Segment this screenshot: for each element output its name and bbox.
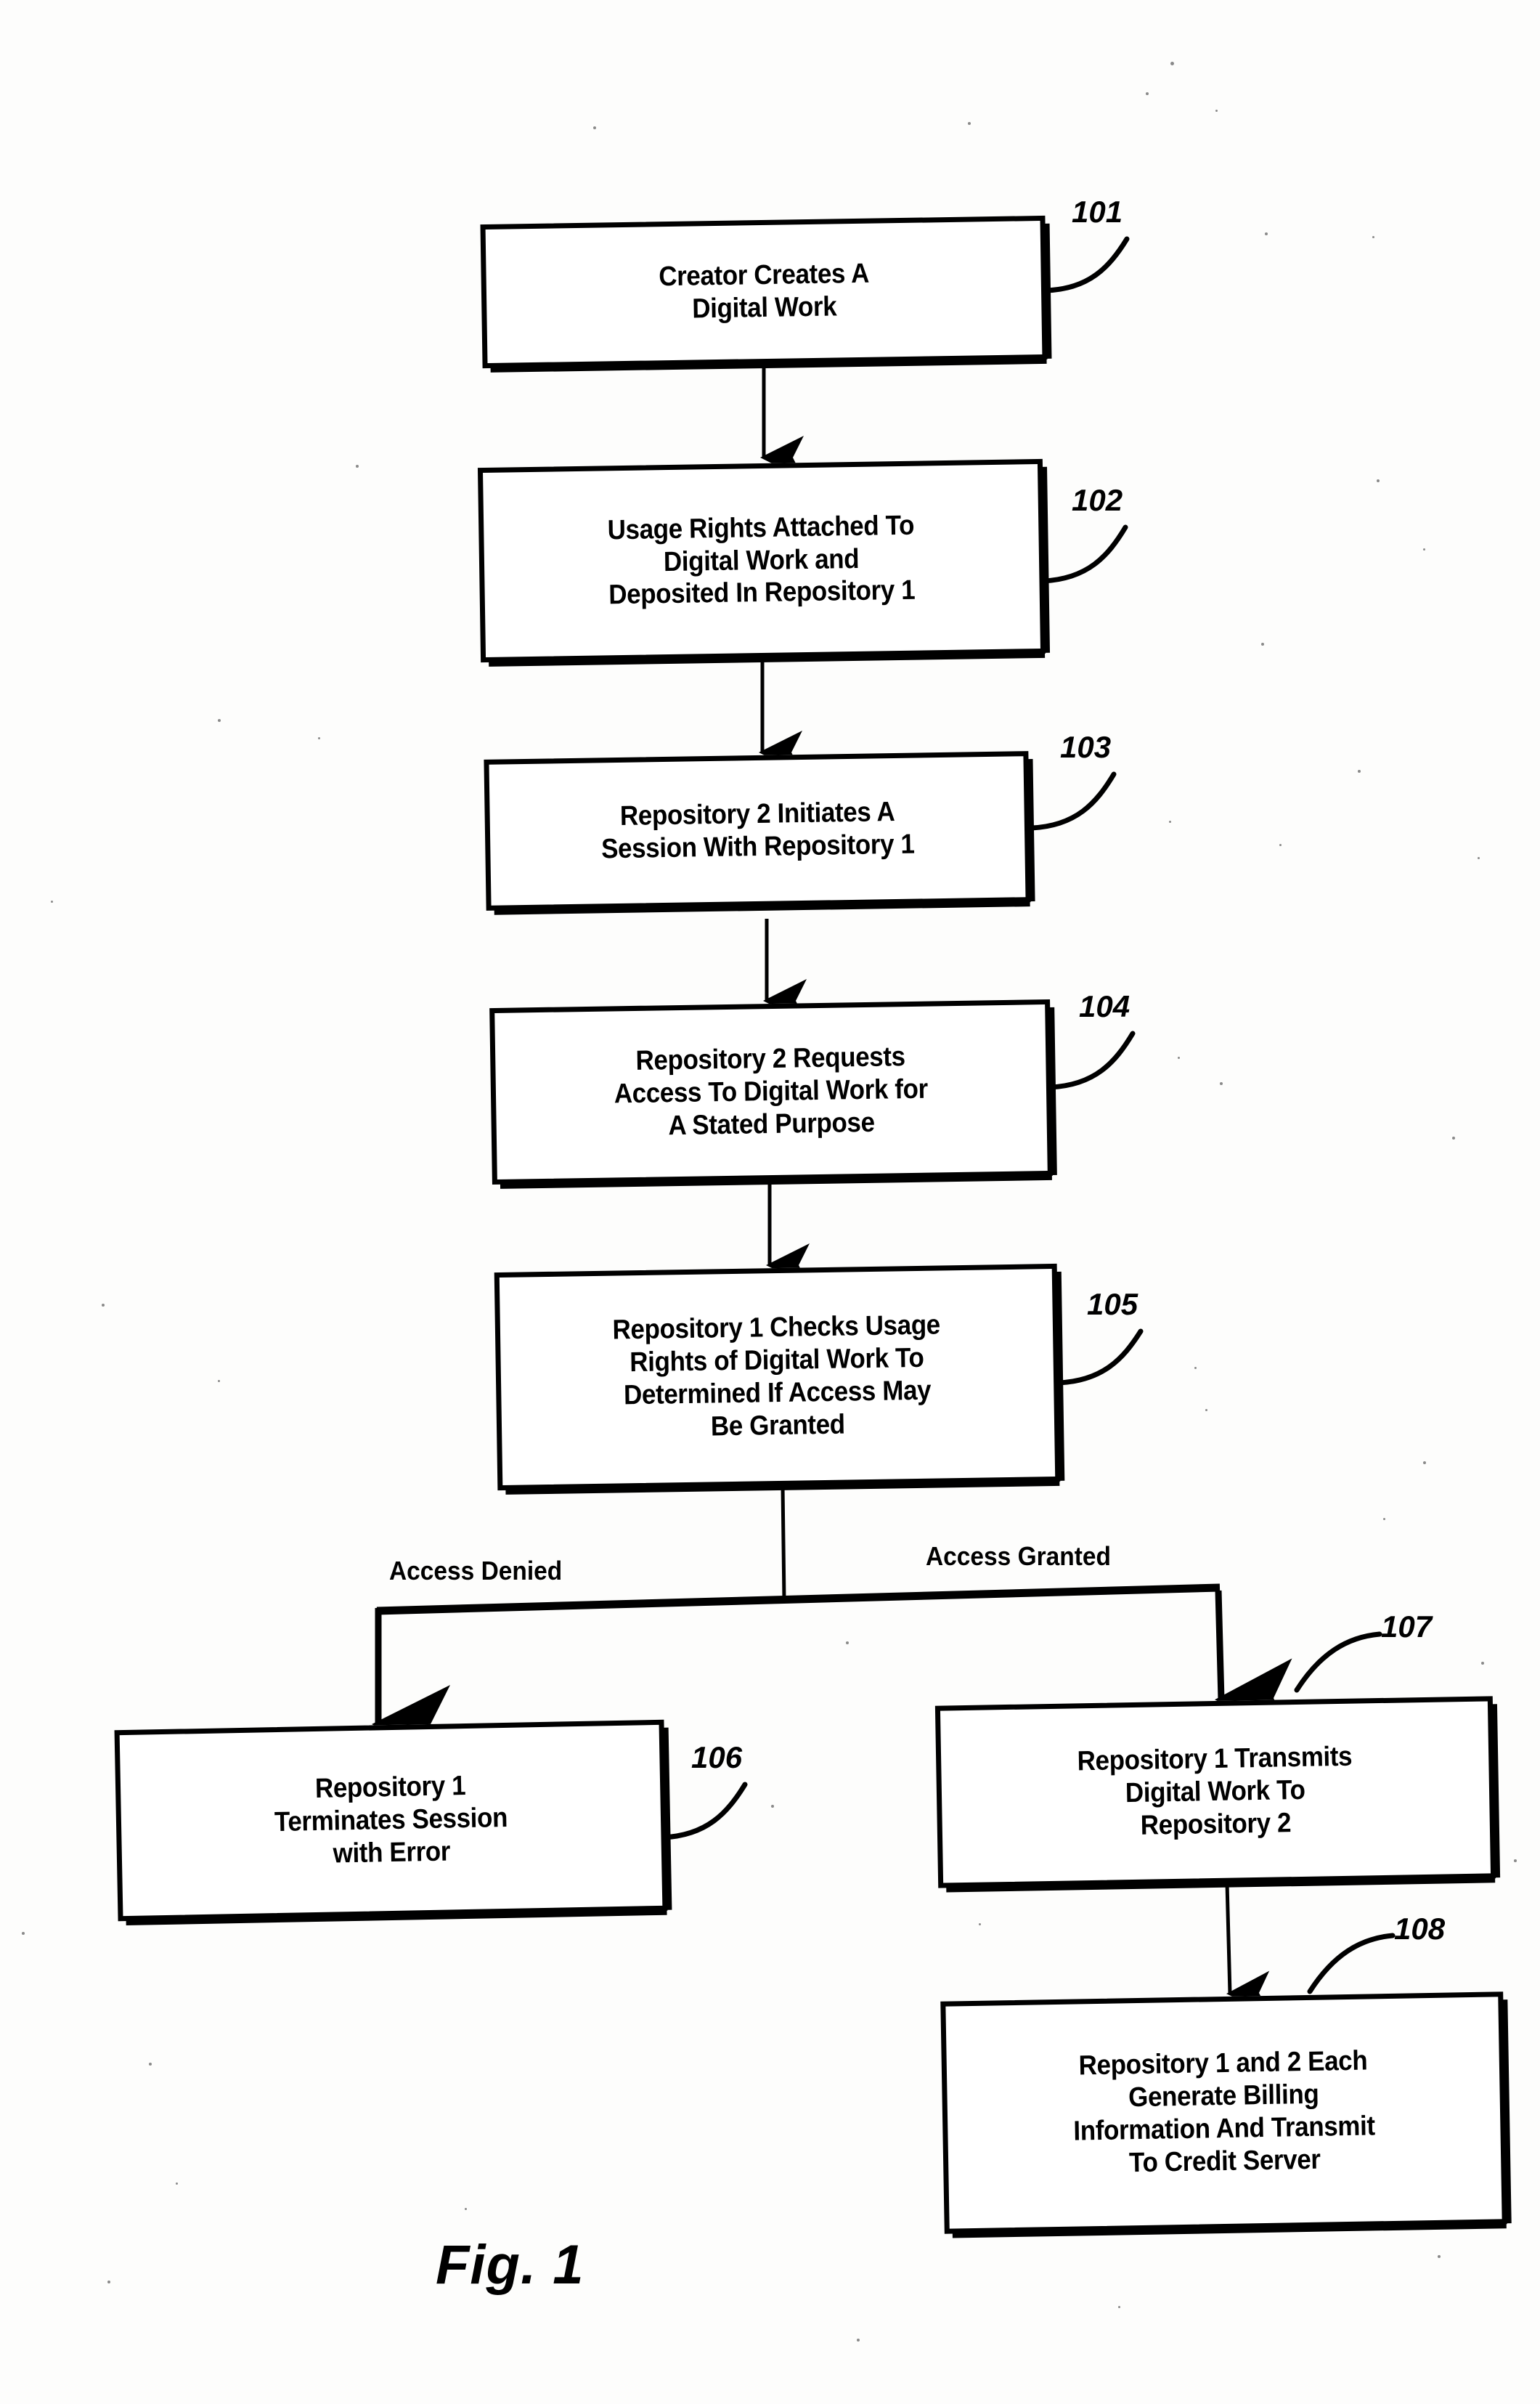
scan-speck <box>1205 1409 1207 1411</box>
flow-box-102[interactable]: Usage Rights Attached To Digital Work an… <box>477 458 1046 663</box>
leader-108 <box>1307 1933 1396 1994</box>
scan-speck <box>1423 548 1425 551</box>
flow-box-102-text: Usage Rights Attached To Digital Work an… <box>607 510 916 611</box>
scan-speck <box>1383 1518 1385 1520</box>
flow-box-103[interactable]: Repository 2 Initiates A Session With Re… <box>484 751 1031 911</box>
scan-speck <box>1215 110 1218 112</box>
leader-105 <box>1056 1328 1144 1386</box>
scan-speck <box>1478 857 1480 859</box>
flow-box-101-text: Creator Creates A Digital Work <box>658 258 869 325</box>
scan-speck <box>218 719 221 722</box>
ref-numeral-107: 107 <box>1381 1609 1433 1644</box>
edge-107-108 <box>1225 1883 1271 2015</box>
ref-numeral-108: 108 <box>1394 1912 1446 1946</box>
scan-speck <box>593 126 596 129</box>
edge-branch-107 <box>1215 1590 1295 1737</box>
scan-speck <box>1377 479 1380 482</box>
ref-numeral-106: 106 <box>691 1740 743 1774</box>
scan-speck <box>1178 1057 1180 1059</box>
scan-speck <box>1372 236 1374 238</box>
flow-box-107-text: Repository 1 Transmits Digital Work To R… <box>1077 1741 1353 1841</box>
scan-speck <box>1423 1461 1426 1464</box>
flow-box-105-text: Repository 1 Checks Usage Rights of Digi… <box>612 1309 941 1442</box>
scan-speck <box>465 2208 467 2210</box>
scan-speck <box>51 901 53 903</box>
scan-speck <box>22 1932 25 1935</box>
scan-speck <box>1452 1137 1455 1140</box>
scan-speck <box>846 1641 849 1644</box>
ref-numeral-103: 103 <box>1060 730 1112 764</box>
scan-speck <box>218 1380 220 1382</box>
scan-speck <box>1118 2306 1120 2308</box>
edge-105-branch-stem <box>781 1485 786 1601</box>
scan-speck <box>1514 1859 1517 1862</box>
scan-speck <box>979 1923 981 1925</box>
scan-speck <box>1481 1662 1484 1665</box>
ref-numeral-101: 101 <box>1072 195 1123 229</box>
scan-speck <box>1438 2255 1441 2258</box>
leader-106 <box>660 1782 748 1840</box>
scan-speck <box>102 1304 105 1307</box>
scan-speck <box>857 2339 860 2342</box>
scan-speck <box>318 737 320 739</box>
flow-box-104-text: Repository 2 Requests Access To Digital … <box>614 1041 929 1142</box>
scan-speck <box>771 1805 774 1808</box>
flow-box-105[interactable]: Repository 1 Checks Usage Rights of Digi… <box>494 1263 1061 1491</box>
scan-speck <box>968 122 971 125</box>
flow-box-107[interactable]: Repository 1 Transmits Digital Work To R… <box>934 1696 1496 1888</box>
flow-box-103-text: Repository 2 Initiates A Session With Re… <box>600 797 915 865</box>
branch-label-access-denied: Access Denied <box>389 1556 563 1585</box>
scan-speck <box>1279 844 1282 846</box>
ref-numeral-104: 104 <box>1079 989 1130 1023</box>
scan-speck <box>1194 1367 1197 1369</box>
ref-numeral-105: 105 <box>1087 1287 1138 1321</box>
scan-speck <box>1358 770 1361 773</box>
ref-numeral-102: 102 <box>1072 483 1123 517</box>
leader-101 <box>1043 236 1130 293</box>
leader-103 <box>1029 771 1117 831</box>
scan-speck <box>1146 92 1149 95</box>
scan-speck <box>107 2281 110 2283</box>
flow-box-106-text: Repository 1 Terminates Session with Err… <box>274 1771 508 1869</box>
scan-speck <box>356 465 359 468</box>
scan-speck <box>1169 821 1171 823</box>
branch-label-access-granted: Access Granted <box>926 1541 1111 1571</box>
scan-speck <box>1261 643 1264 646</box>
flow-box-108-text: Repository 1 and 2 Each Generate Billing… <box>1072 2045 1375 2179</box>
leader-104 <box>1048 1031 1136 1090</box>
scan-speck <box>149 2063 152 2066</box>
flow-box-108[interactable]: Repository 1 and 2 Each Generate Billing… <box>940 1991 1507 2234</box>
figure-page: Creator Creates A Digital Work Usage Rig… <box>0 0 1540 2404</box>
branch-bar <box>376 1583 1221 1615</box>
scan-speck <box>176 2182 178 2185</box>
scan-speck <box>1170 62 1174 65</box>
flow-box-106[interactable]: Repository 1 Terminates Session with Err… <box>114 1719 668 1922</box>
flow-box-104[interactable]: Repository 2 Requests Access To Digital … <box>489 999 1053 1185</box>
flow-box-101[interactable]: Creator Creates A Digital Work <box>480 215 1048 369</box>
scan-speck <box>1265 232 1268 235</box>
figure-caption: Fig. 1 <box>436 2234 584 2296</box>
leader-107 <box>1294 1631 1382 1693</box>
scan-speck <box>1220 1082 1223 1085</box>
leader-102 <box>1040 524 1128 584</box>
